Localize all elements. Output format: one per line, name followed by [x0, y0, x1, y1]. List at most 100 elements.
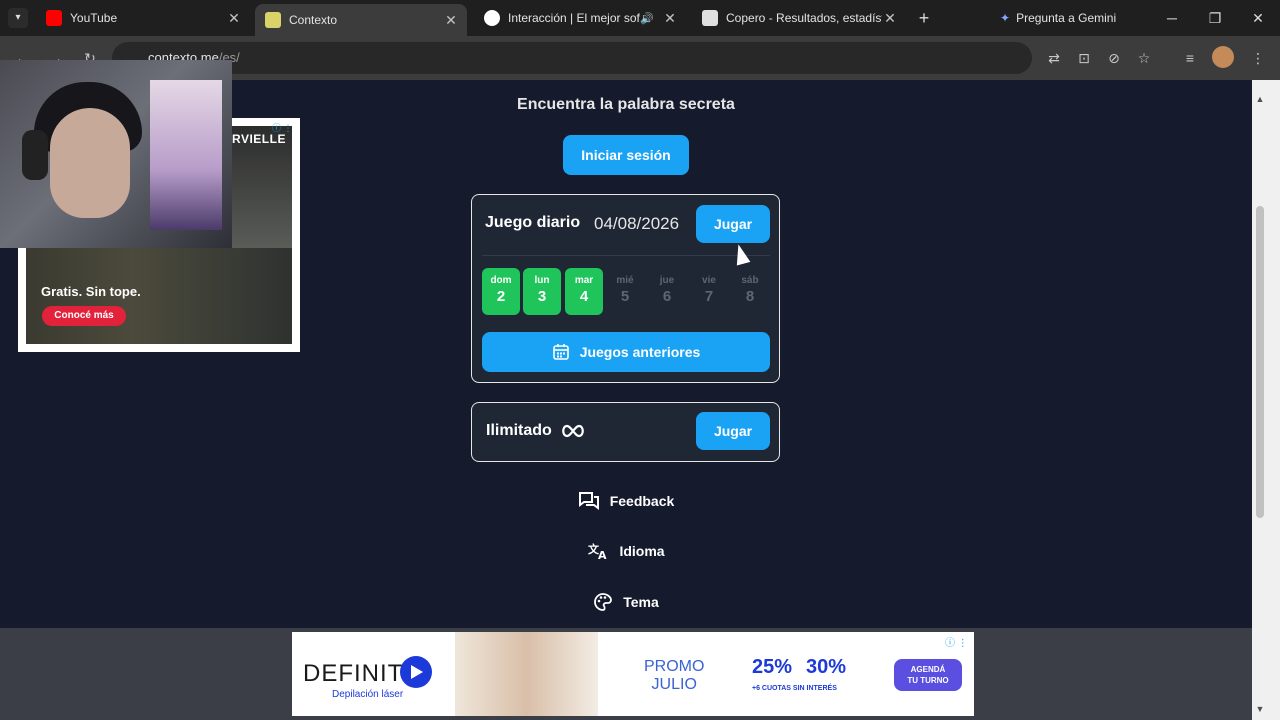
day-number: 5	[620, 288, 630, 305]
play-logo-icon	[400, 656, 432, 688]
translate-language-icon: 文A	[588, 542, 607, 561]
ad-bottom-cta-button[interactable]: AGENDÁ TU TURNO	[894, 659, 962, 691]
day-number: 4	[579, 288, 589, 305]
tab-interaccion[interactable]: Interacción | El mejor softw 🔊 ✕	[474, 4, 686, 32]
day-number: 8	[745, 288, 755, 305]
contexto-favicon-icon	[265, 12, 281, 28]
day-name: mié	[616, 275, 634, 286]
menu-icon[interactable]: ⋮	[1246, 46, 1270, 70]
promo-line: PROMO	[644, 658, 705, 675]
speaker-icon[interactable]: 🔊	[640, 12, 654, 25]
ad-bottom-deal: 30%	[806, 656, 847, 678]
eye-off-icon[interactable]: ⊘	[1102, 46, 1126, 70]
close-icon[interactable]: ✕	[226, 10, 242, 27]
login-button[interactable]: Iniciar sesión	[563, 135, 689, 175]
unlimited-label-row: Ilimitado	[486, 422, 586, 440]
feedback-icon	[578, 492, 599, 510]
gemini-icon: ✦	[1000, 11, 1011, 25]
profile-avatar[interactable]	[1212, 46, 1234, 68]
day-number: 6	[662, 288, 672, 305]
close-window-button[interactable]: ✕	[1243, 6, 1273, 30]
ad-cta-button[interactable]: Conocé más	[42, 306, 126, 326]
gemini-button[interactable]: ✦ Pregunta a Gemini	[1000, 8, 1116, 28]
copero-favicon-icon	[702, 10, 718, 26]
day-number: 7	[704, 288, 714, 305]
tab-title: Interacción | El mejor softw	[508, 11, 641, 25]
promo-line: JULIO	[651, 676, 697, 693]
day-cell: sáb 8	[731, 268, 769, 315]
scroll-thumb[interactable]	[1256, 206, 1264, 518]
close-icon[interactable]: ✕	[662, 10, 678, 27]
webcam-person-face	[50, 108, 130, 218]
svg-text:A: A	[598, 549, 607, 561]
install-app-icon[interactable]: ⊡	[1072, 46, 1096, 70]
theme-label: Tema	[623, 594, 659, 610]
tab-title: YouTube	[70, 11, 118, 25]
reading-list-icon[interactable]: ≡	[1178, 46, 1202, 70]
play-unlimited-button[interactable]: Jugar	[696, 412, 770, 450]
address-bar[interactable]	[112, 42, 1032, 74]
ad-info-icon[interactable]: ⓘ ⋮	[945, 634, 968, 649]
daily-game-label: Juego diario	[485, 214, 581, 231]
bookmark-star-icon[interactable]: ☆	[1132, 46, 1156, 70]
day-name: mar	[574, 275, 594, 286]
interaccion-favicon-icon	[484, 10, 500, 26]
tab-youtube[interactable]: YouTube ✕	[36, 4, 250, 32]
new-tab-button[interactable]: +	[914, 8, 934, 28]
translate-icon[interactable]: ⇄	[1042, 46, 1066, 70]
tab-copero[interactable]: Copero - Resultados, estadístic ✕	[692, 4, 906, 32]
tab-contexto[interactable]: Contexto ✕	[255, 4, 467, 36]
day-number: 2	[496, 288, 506, 305]
youtube-icon	[46, 10, 62, 26]
close-icon[interactable]: ✕	[882, 10, 898, 27]
webcam-overlay	[0, 60, 232, 248]
scroll-up-arrow[interactable]: ▲	[1252, 94, 1268, 104]
cta-line: TU TURNO	[907, 676, 949, 685]
cta-line: AGENDÁ	[910, 665, 946, 674]
ad-bottom-photo	[455, 632, 598, 716]
tab-title: Copero - Resultados, estadístic	[726, 11, 882, 25]
unlimited-label: Ilimitado	[486, 422, 552, 439]
feedback-link[interactable]: Feedback	[0, 491, 1252, 511]
headset-icon	[22, 130, 48, 180]
minimize-button[interactable]: ─	[1157, 6, 1187, 30]
previous-games-button[interactable]: Juegos anteriores	[482, 332, 770, 372]
day-name: sáb	[741, 275, 759, 286]
theme-link[interactable]: Tema	[0, 592, 1252, 612]
ad-info-icon[interactable]: ⓘ ⋮	[272, 121, 293, 134]
scroll-down-arrow[interactable]: ▼	[1252, 704, 1268, 714]
day-cell: jue 6	[648, 268, 686, 315]
ad-bottom-subtitle: Depilación láser	[332, 689, 404, 700]
day-number: 3	[537, 288, 547, 305]
day-cell[interactable]: lun 3	[523, 268, 561, 315]
tab-title: Contexto	[289, 13, 338, 27]
feedback-label: Feedback	[609, 493, 675, 509]
language-label: Idioma	[619, 543, 665, 559]
day-cell: vie 7	[690, 268, 728, 315]
ad-bottom-promo: PROMO JULIO	[644, 658, 704, 694]
tab-search-button[interactable]: ▾	[8, 8, 28, 28]
day-name: vie	[702, 275, 716, 286]
infinity-icon	[561, 424, 584, 438]
gemini-label: Pregunta a Gemini	[1016, 11, 1117, 25]
language-link[interactable]: 文A Idioma	[0, 541, 1252, 561]
ad-bottom-cuotas: +6 CUOTAS SIN INTERÉS	[752, 685, 837, 692]
day-cell[interactable]: dom 2	[482, 268, 520, 315]
palette-icon	[594, 593, 613, 611]
restore-button[interactable]: ❐	[1200, 6, 1230, 30]
previous-games-label: Juegos anteriores	[579, 344, 701, 360]
day-cell[interactable]: mar 4	[565, 268, 603, 315]
play-daily-button[interactable]: Jugar	[696, 205, 770, 243]
close-icon[interactable]: ✕	[443, 12, 459, 29]
daily-game-date: 04/08/2026	[594, 214, 680, 233]
ad-bottom-deal: 25%	[752, 656, 793, 678]
day-name: lun	[534, 275, 550, 286]
day-cell: mié 5	[606, 268, 644, 315]
card-divider	[482, 255, 770, 256]
ad-tagline: Gratis. Sin tope.	[41, 284, 141, 299]
webcam-background-poster	[150, 80, 222, 230]
calendar-icon	[552, 344, 569, 360]
ad-brand: RVIELLE	[232, 132, 286, 146]
day-name: dom	[490, 275, 512, 286]
day-name: jue	[659, 275, 675, 286]
